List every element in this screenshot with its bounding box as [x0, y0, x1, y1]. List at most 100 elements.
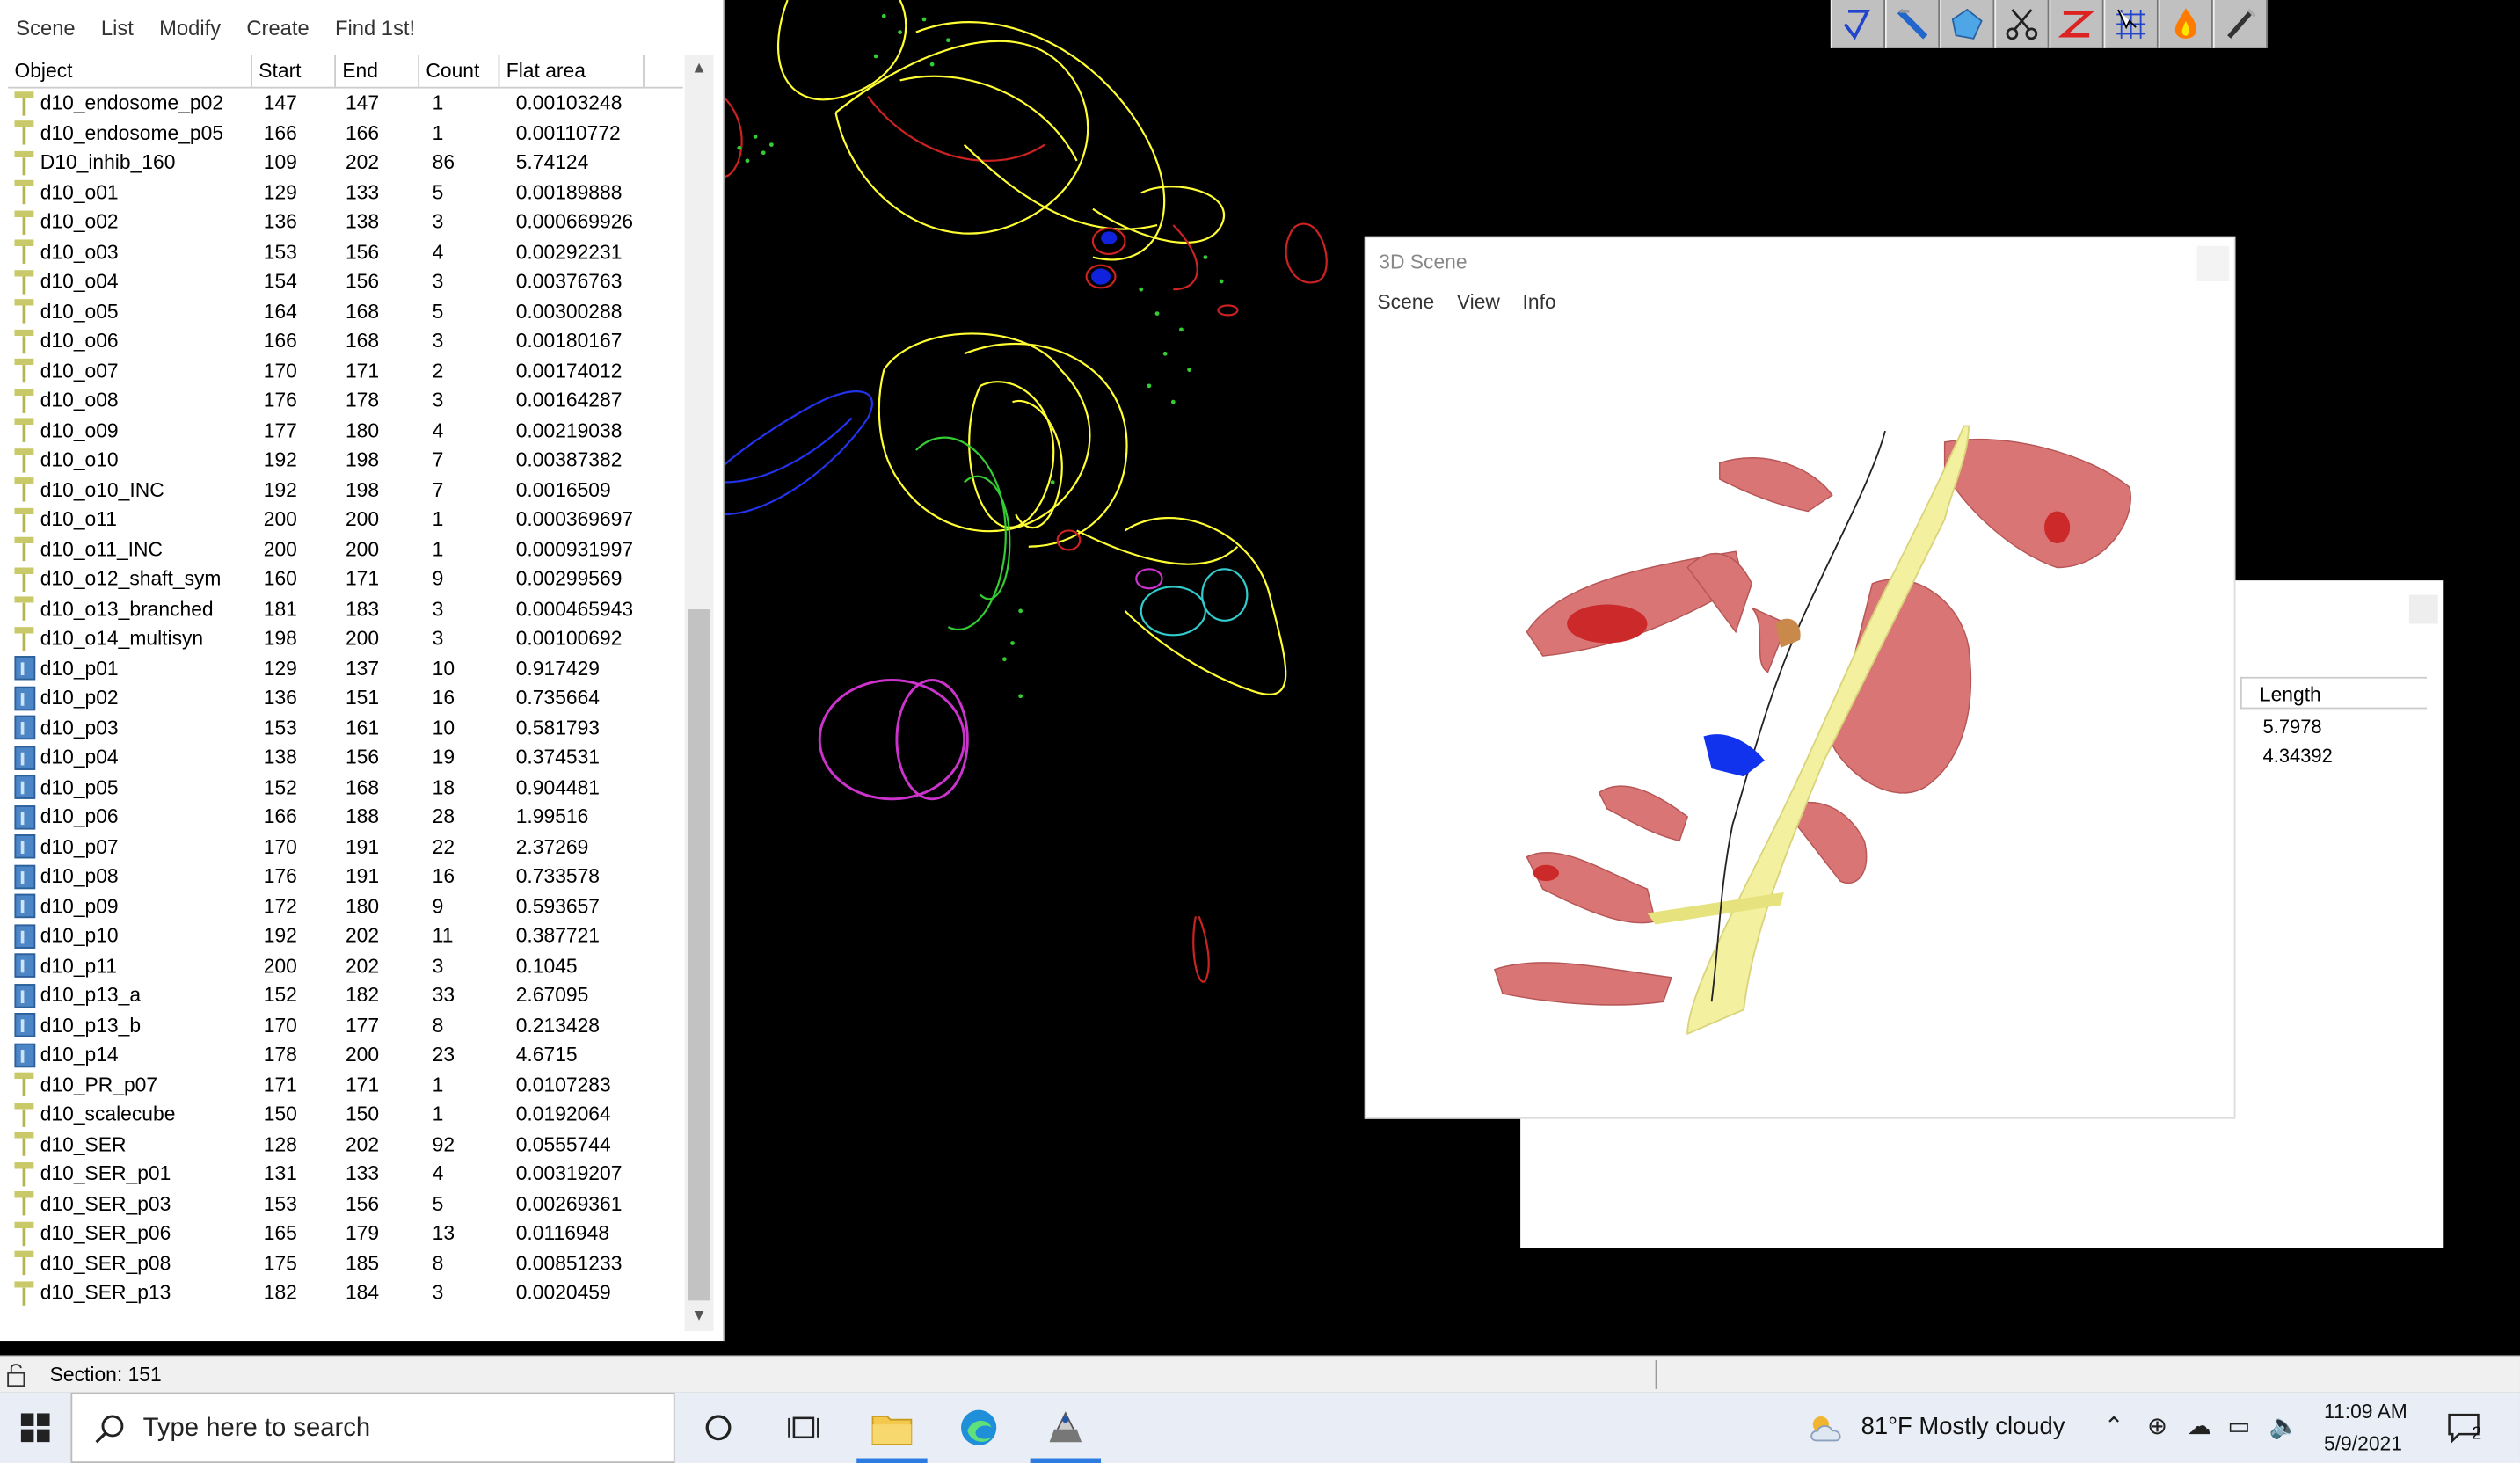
close-icon[interactable] [2408, 594, 2438, 624]
list-item[interactable]: d10_p04 138 156 19 0.374531 [8, 743, 683, 773]
object-end: 200 [345, 538, 380, 561]
list-item[interactable]: d10_p02 136 151 16 0.735664 [8, 683, 683, 713]
list-item[interactable]: d10_p13_a 152 182 33 2.67095 [8, 980, 683, 1010]
trace-icon [14, 418, 34, 443]
column-header-object[interactable]: Object [8, 55, 252, 87]
scene-menu-view[interactable]: View [1446, 291, 1511, 326]
reconstruct-app-icon[interactable] [1023, 1393, 1107, 1463]
scroll-down-arrow-icon[interactable]: ▼ [685, 1302, 714, 1331]
menu-find-first[interactable]: Find 1st! [322, 15, 427, 39]
onedrive-cloud-icon[interactable]: ☁ [2188, 1412, 2211, 1440]
object-end: 150 [345, 1103, 380, 1126]
menu-create[interactable]: Create [234, 15, 323, 39]
object-count: 22 [432, 835, 455, 859]
list-item[interactable]: d10_o05 164 168 5 0.00300288 [8, 296, 683, 326]
clock-date[interactable]: 5/9/2021 [2324, 1432, 2402, 1455]
scene-menu-scene[interactable]: Scene [1366, 291, 1446, 326]
list-item[interactable]: d10_SER 128 202 92 0.0555744 [8, 1130, 683, 1160]
list-item[interactable]: d10_o01 129 133 5 0.00189888 [8, 178, 683, 207]
traceset-icon [13, 1013, 35, 1037]
list-item[interactable]: d10_scalecube 150 150 1 0.0192064 [8, 1100, 683, 1130]
list-item[interactable]: d10_p08 176 191 16 0.733578 [8, 862, 683, 892]
cortana-icon[interactable] [677, 1393, 761, 1463]
column-header-length[interactable]: Length [2240, 676, 2427, 710]
object-start: 192 [263, 924, 297, 948]
3d-viewport[interactable] [1366, 326, 2234, 1117]
list-item[interactable]: d10_o07 170 171 2 0.00174012 [8, 356, 683, 386]
menu-scene[interactable]: Scene [4, 15, 89, 39]
list-item[interactable]: d10_p07 170 191 22 2.37269 [8, 832, 683, 862]
list-item[interactable]: d10_p13_b 170 177 8 0.213428 [8, 1010, 683, 1040]
weather-text[interactable]: 81°F Mostly cloudy [1861, 1413, 2065, 1440]
list-item[interactable]: d10_o08 176 178 3 0.00164287 [8, 386, 683, 416]
list-item[interactable]: d10_p01 129 137 10 0.917429 [8, 653, 683, 683]
list-item[interactable]: d10_o10 192 198 7 0.00387382 [8, 446, 683, 476]
trace-icon [14, 239, 34, 265]
task-view-icon[interactable] [761, 1393, 845, 1463]
list-item[interactable]: d10_o04 154 156 3 0.00376763 [8, 267, 683, 297]
list-item[interactable]: d10_SER_p01 131 133 4 0.00319207 [8, 1159, 683, 1189]
object-list-scrollbar[interactable]: ▲ ▼ [684, 55, 714, 1332]
meet-now-icon[interactable]: ⊕ [2147, 1412, 2167, 1440]
scissors-tool-icon[interactable] [1994, 0, 2050, 48]
network-icon[interactable]: ▭ [2227, 1412, 2250, 1440]
column-header-start[interactable]: Start [252, 55, 337, 87]
zline-tool-icon[interactable] [2049, 0, 2104, 48]
list-item[interactable]: D10_inhib_160 109 202 86 5.74124 [8, 148, 683, 178]
polygon-tool-icon[interactable] [1940, 0, 1995, 48]
list-item[interactable]: d10_o09 177 180 4 0.00219038 [8, 416, 683, 446]
clock-time[interactable]: 11:09 AM [2324, 1401, 2407, 1423]
edge-browser-icon[interactable] [937, 1393, 1021, 1463]
scroll-thumb[interactable] [688, 609, 710, 1301]
volume-icon[interactable]: 🔈 [2269, 1412, 2299, 1440]
list-item[interactable]: d10_o03 153 156 4 0.00292231 [8, 237, 683, 267]
wand-tool-icon[interactable] [2212, 0, 2269, 48]
list-item[interactable]: d10_o10_INC 192 198 7 0.0016509 [8, 475, 683, 505]
list-item[interactable]: d10_p09 172 180 9 0.593657 [8, 892, 683, 921]
list-item[interactable]: d10_endosome_p05 166 166 1 0.00110772 [8, 118, 683, 148]
file-explorer-icon[interactable] [850, 1393, 934, 1463]
list-item[interactable]: d10_SER_p03 153 156 5 0.00269361 [8, 1189, 683, 1219]
list-item[interactable]: d10_o11 200 200 1 0.000369697 [8, 505, 683, 535]
list-item[interactable]: d10_o14_multisyn 198 200 3 0.00100692 [8, 623, 683, 653]
list-item[interactable]: d10_o12_shaft_sym 160 171 9 0.00299569 [8, 564, 683, 594]
list-item[interactable]: d10_SER_p13 182 184 3 0.0020459 [8, 1278, 683, 1308]
object-end: 156 [345, 1192, 380, 1215]
list-item[interactable]: d10_o13_branched 181 183 3 0.000465943 [8, 594, 683, 624]
lock-icon[interactable] [4, 1362, 29, 1387]
object-menubar: Scene List Modify Create Find 1st! [0, 0, 724, 55]
column-header-flat-area[interactable]: Flat area [499, 55, 645, 87]
list-item[interactable]: d10_SER_p08 175 185 8 0.00851233 [8, 1248, 683, 1278]
chevron-up-icon[interactable]: ⌃ [2104, 1412, 2124, 1440]
object-end: 156 [345, 270, 380, 294]
menu-modify[interactable]: Modify [147, 15, 234, 39]
list-item[interactable]: d10_p03 153 161 10 0.581793 [8, 713, 683, 743]
windows-start-icon[interactable] [0, 1393, 70, 1463]
list-item[interactable]: d10_o06 166 168 3 0.00180167 [8, 326, 683, 356]
list-item[interactable]: d10_PR_p07 171 171 1 0.0107283 [8, 1070, 683, 1100]
pencil-tool-icon[interactable] [1885, 0, 1941, 48]
list-item[interactable]: d10_p11 200 202 3 0.1045 [8, 951, 683, 981]
list-item[interactable]: d10_p14 178 200 23 4.6715 [8, 1040, 683, 1070]
close-icon[interactable] [2196, 245, 2230, 282]
list-item[interactable]: d10_o11_INC 200 200 1 0.000931997 [8, 535, 683, 564]
list-item[interactable]: d10_endosome_p02 147 147 1 0.00103248 [8, 89, 683, 119]
scroll-up-arrow-icon[interactable]: ▲ [685, 55, 714, 84]
list-item[interactable]: d10_p05 152 168 18 0.904481 [8, 773, 683, 803]
list-item[interactable]: d10_o02 136 138 3 0.000669926 [8, 207, 683, 237]
menu-list[interactable]: List [88, 15, 146, 39]
fire-tool-icon[interactable] [2158, 0, 2213, 48]
trace-icon [14, 1251, 34, 1276]
grid-tool-icon[interactable] [2103, 0, 2159, 48]
column-header-count[interactable]: Count [419, 55, 500, 87]
scene-menu-info[interactable]: Info [1511, 291, 1568, 326]
list-item[interactable]: d10_SER_p06 165 179 13 0.0116948 [8, 1219, 683, 1248]
taskbar-search-box[interactable]: Type here to search [70, 1392, 675, 1463]
list-item[interactable]: d10_p10 192 202 11 0.387721 [8, 921, 683, 951]
weather-cloud-icon[interactable] [1806, 1412, 1848, 1445]
column-header-end[interactable]: End [336, 55, 420, 87]
list-item[interactable]: d10_p06 166 188 28 1.99516 [8, 802, 683, 832]
taskbar: Type here to search 81°F Mostly cloudy ⌃… [0, 1392, 2520, 1463]
object-name: d10_o10_INC [40, 478, 164, 502]
lasso-tool-icon[interactable] [1830, 0, 1886, 48]
